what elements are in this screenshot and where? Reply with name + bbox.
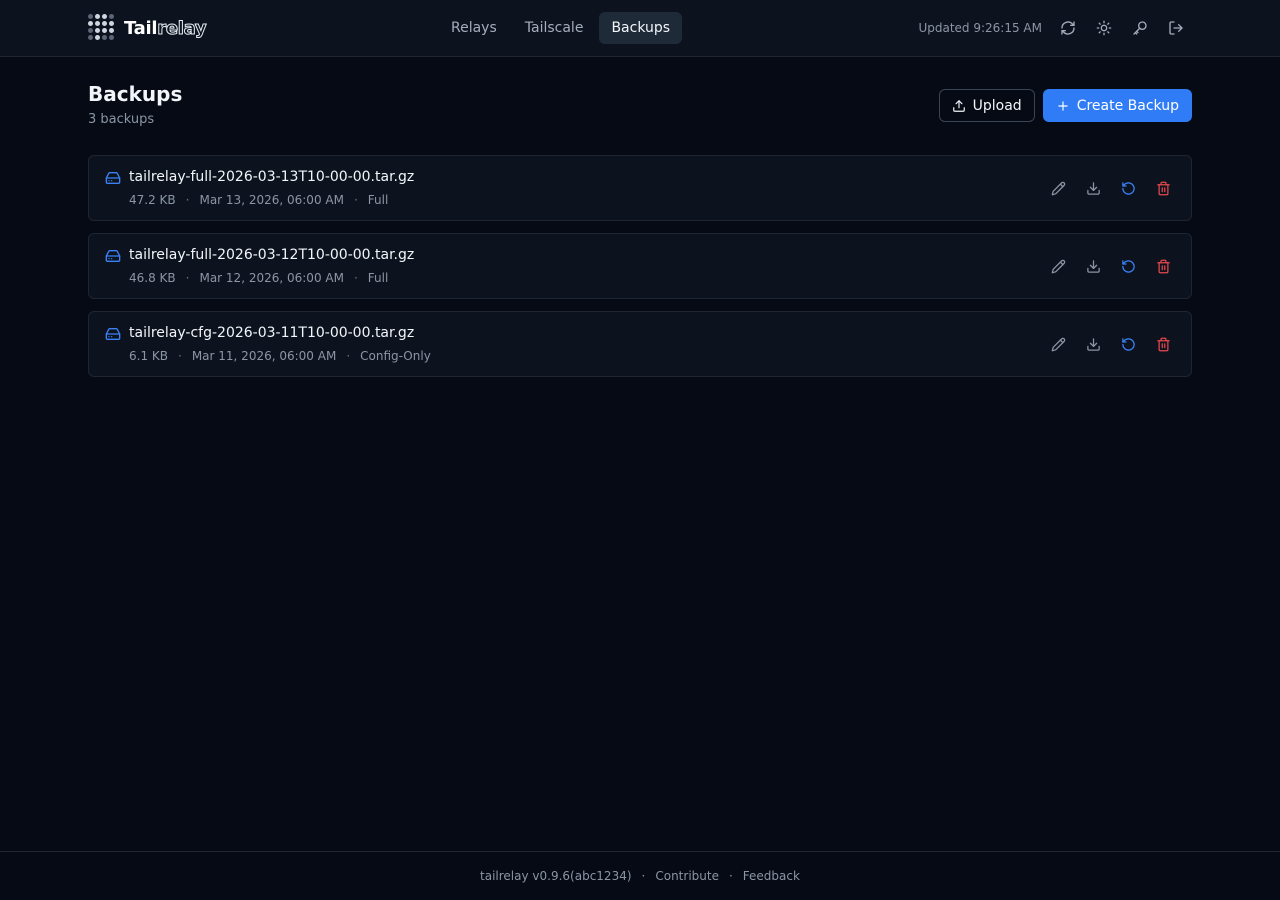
app-logo[interactable]: Tailrelay: [88, 14, 207, 42]
trash-icon: [1156, 337, 1170, 351]
delete-button[interactable]: [1147, 328, 1179, 360]
plus-icon: [1058, 100, 1068, 111]
upload-icon: [952, 99, 965, 112]
delete-button[interactable]: [1147, 250, 1179, 282]
pencil-icon: [1051, 337, 1065, 351]
upload-label: Upload: [972, 97, 1022, 114]
backup-meta: 46.8 KB · Mar 12, 2026, 06:00 AM · Full: [129, 271, 388, 285]
backup-filename: tailrelay-cfg-2026-03-11T10-00-00.tar.gz: [129, 325, 415, 341]
refresh-icon: [1061, 21, 1075, 35]
footer-separator: ·: [641, 869, 646, 883]
rename-button[interactable]: [1042, 250, 1074, 282]
logout-icon: [1169, 21, 1183, 35]
backup-meta: 6.1 KB · Mar 11, 2026, 06:00 AM · Config…: [129, 349, 431, 363]
backup-count: 3 backups: [88, 112, 155, 127]
backup-card: tailrelay-full-2026-03-13T10-00-00.tar.g…: [88, 155, 1192, 221]
backup-filename: tailrelay-full-2026-03-12T10-00-00.tar.g…: [129, 247, 415, 263]
backup-card: tailrelay-cfg-2026-03-11T10-00-00.tar.gz…: [88, 311, 1192, 377]
page-actions: Upload Create Backup: [938, 89, 1192, 122]
backup-date: Mar 12, 2026, 06:00 AM: [199, 271, 344, 285]
trash-icon: [1156, 259, 1170, 273]
theme-toggle-button[interactable]: [1088, 12, 1120, 44]
logout-button[interactable]: [1160, 12, 1192, 44]
backup-type: Config-Only: [360, 349, 431, 363]
feedback-link[interactable]: Feedback: [743, 869, 800, 883]
page-title: Backups: [88, 82, 183, 106]
restore-icon: [1121, 337, 1135, 351]
restore-button[interactable]: [1112, 250, 1144, 282]
top-bar: Tailrelay Relays Tailscale Backups Updat…: [0, 0, 1280, 57]
backup-size: 47.2 KB: [129, 193, 176, 207]
download-icon: [1086, 259, 1100, 273]
header-tools: Updated 9:26:15 AM: [918, 12, 1192, 44]
backup-filename: tailrelay-full-2026-03-13T10-00-00.tar.g…: [129, 169, 415, 185]
refresh-button[interactable]: [1052, 12, 1084, 44]
hard-drive-icon: [105, 328, 121, 340]
download-button[interactable]: [1077, 328, 1109, 360]
trash-icon: [1156, 181, 1170, 195]
rename-button[interactable]: [1042, 172, 1074, 204]
create-backup-button[interactable]: Create Backup: [1042, 89, 1192, 122]
backup-type: Full: [367, 193, 389, 207]
api-keys-button[interactable]: [1124, 12, 1156, 44]
download-icon: [1086, 181, 1100, 195]
footer: tailrelay v0.9.6(abc1234) · Contribute ·…: [0, 851, 1280, 900]
hard-drive-icon: [105, 250, 121, 262]
hard-drive-icon: [105, 172, 121, 184]
download-button[interactable]: [1077, 250, 1109, 282]
backup-card: tailrelay-full-2026-03-12T10-00-00.tar.g…: [88, 233, 1192, 299]
sun-icon: [1096, 20, 1112, 36]
rename-button[interactable]: [1042, 328, 1074, 360]
restore-button[interactable]: [1112, 328, 1144, 360]
meta-separator: ·: [185, 271, 190, 285]
logo-mark-icon: [88, 14, 116, 42]
version-text: tailrelay v0.9.6(abc1234): [480, 869, 632, 883]
restore-icon: [1121, 259, 1135, 273]
meta-separator: ·: [178, 349, 182, 363]
tab-backups[interactable]: Backups: [599, 12, 683, 44]
app-name: Tailrelay: [124, 17, 207, 39]
backup-size: 46.8 KB: [129, 271, 176, 285]
main-nav: Relays Tailscale Backups: [439, 12, 683, 44]
backup-date: Mar 11, 2026, 06:00 AM: [191, 349, 337, 363]
backup-actions: [1042, 172, 1179, 204]
restore-button[interactable]: [1112, 172, 1144, 204]
backup-size: 6.1 KB: [129, 349, 168, 363]
upload-button[interactable]: Upload: [938, 89, 1035, 122]
contribute-link[interactable]: Contribute: [655, 869, 719, 883]
download-button[interactable]: [1077, 172, 1109, 204]
backup-type: Full: [367, 271, 389, 285]
download-icon: [1086, 337, 1100, 351]
meta-separator: ·: [346, 349, 351, 363]
create-backup-label: Create Backup: [1076, 97, 1179, 114]
pencil-icon: [1051, 259, 1065, 273]
meta-separator: ·: [353, 271, 358, 285]
meta-separator: ·: [185, 193, 190, 207]
backup-date: Mar 13, 2026, 06:00 AM: [199, 193, 344, 207]
meta-separator: ·: [353, 193, 358, 207]
tab-tailscale[interactable]: Tailscale: [513, 12, 596, 44]
backup-meta: 47.2 KB · Mar 13, 2026, 06:00 AM · Full: [129, 193, 388, 207]
tab-relays[interactable]: Relays: [439, 12, 509, 44]
last-updated-text: Updated 9:26:15 AM: [918, 21, 1042, 35]
backup-actions: [1042, 328, 1179, 360]
pencil-icon: [1051, 181, 1065, 195]
backup-list: tailrelay-full-2026-03-13T10-00-00.tar.g…: [88, 155, 1192, 389]
delete-button[interactable]: [1147, 172, 1179, 204]
key-icon: [1133, 21, 1147, 35]
footer-separator: ·: [728, 869, 733, 883]
backup-actions: [1042, 250, 1179, 282]
restore-icon: [1121, 181, 1135, 195]
